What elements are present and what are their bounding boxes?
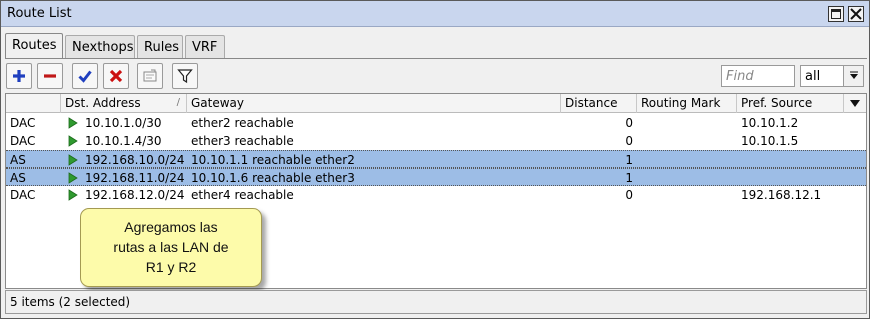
toolbar: all <box>1 59 869 93</box>
disable-button[interactable] <box>103 63 129 89</box>
comment-icon <box>143 69 157 82</box>
row-gateway: 10.10.1.6 reachable ether3 <box>191 171 355 185</box>
status-bar: 5 items (2 selected) <box>5 290 867 314</box>
row-gateway: ether4 reachable <box>191 188 294 202</box>
tab-rules[interactable]: Rules <box>137 35 183 58</box>
close-button[interactable] <box>848 6 864 22</box>
row-flags: AS <box>10 171 26 185</box>
row-pref-source: 10.10.1.5 <box>741 134 799 148</box>
add-button[interactable] <box>6 63 32 89</box>
filter-select-value: all <box>805 69 821 84</box>
row-dst-address: 10.10.1.4/30 <box>85 134 162 148</box>
callout-line: Agregamos las <box>124 219 218 235</box>
tab-vrf[interactable]: VRF <box>185 35 225 58</box>
row-distance: 0 <box>625 134 633 148</box>
row-dst-address: 192.168.12.0/24 <box>85 188 185 202</box>
tab-routes[interactable]: Routes <box>5 33 63 59</box>
filter-select[interactable]: all <box>800 65 864 87</box>
select-dropdown-button[interactable] <box>843 66 863 86</box>
row-flags: AS <box>10 153 26 167</box>
route-active-icon <box>68 154 78 166</box>
table-row[interactable]: AS 192.168.10.0/24 10.10.1.1 reachable e… <box>6 150 866 168</box>
remove-button[interactable] <box>37 63 63 89</box>
maximize-button[interactable] <box>828 6 844 22</box>
chevron-down-icon <box>850 100 860 107</box>
column-header-dst-address[interactable]: Dst. Address / <box>61 94 187 113</box>
annotation-callout: Agregamos las rutas a las LAN de R1 y R2 <box>80 208 262 287</box>
close-icon <box>850 8 862 20</box>
row-distance: 1 <box>625 153 633 167</box>
row-distance: 0 <box>625 116 633 130</box>
table-row[interactable]: DAC 10.10.1.4/30 ether3 reachable 0 10.1… <box>6 132 866 150</box>
table-header: Dst. Address / Gateway Distance Routing … <box>6 94 866 113</box>
row-gateway: ether3 reachable <box>191 134 294 148</box>
title-bar[interactable]: Route List <box>1 1 869 27</box>
route-active-icon <box>68 172 78 184</box>
callout-line: R1 y R2 <box>145 259 197 275</box>
row-pref-source: 192.168.12.1 <box>741 188 822 202</box>
remove-icon <box>44 74 56 78</box>
table-row[interactable]: AS 192.168.11.0/24 10.10.1.6 reachable e… <box>6 168 866 186</box>
row-routing-mark <box>637 187 737 203</box>
sort-icon: / <box>176 97 180 108</box>
find-input[interactable] <box>721 65 795 87</box>
row-dst-address: 192.168.11.0/24 <box>85 171 185 185</box>
row-routing-mark <box>637 170 737 186</box>
chevron-down-icon <box>850 71 858 79</box>
callout-line: rutas a las LAN de <box>113 239 229 255</box>
row-routing-mark <box>637 115 737 131</box>
route-list-window: Route List Routes Nexthops Rules VRF Fin… <box>0 0 870 319</box>
row-flags: DAC <box>10 134 36 148</box>
row-pref-source: 10.10.1.2 <box>741 116 799 130</box>
tab-nexthops[interactable]: Nexthops <box>65 35 135 58</box>
filter-icon <box>177 69 193 84</box>
column-header-routing-mark[interactable]: Routing Mark <box>637 94 737 113</box>
column-header-pref-source[interactable]: Pref. Source <box>737 94 844 113</box>
column-header-gateway[interactable]: Gateway <box>187 94 561 113</box>
filter-button[interactable] <box>172 63 198 89</box>
column-header-dst-address-label: Dst. Address <box>65 96 141 110</box>
table-row[interactable]: DAC 192.168.12.0/24 ether4 reachable 0 1… <box>6 186 866 204</box>
row-dst-address: 192.168.10.0/24 <box>85 153 185 167</box>
row-distance: 0 <box>625 188 633 202</box>
comment-button[interactable] <box>137 63 163 89</box>
row-routing-mark <box>637 133 737 149</box>
row-routing-mark <box>637 152 737 168</box>
row-gateway: ether2 reachable <box>191 116 294 130</box>
row-gateway: 10.10.1.1 reachable ether2 <box>191 153 355 167</box>
status-text: 5 items (2 selected) <box>10 295 131 309</box>
column-menu-button[interactable] <box>844 94 866 113</box>
row-pref-source <box>737 152 844 168</box>
add-icon <box>13 70 25 82</box>
route-active-icon <box>68 117 78 129</box>
row-pref-source <box>737 170 844 186</box>
table-row[interactable]: DAC 10.10.1.0/30 ether2 reachable 0 10.1… <box>6 114 866 132</box>
route-active-icon <box>68 135 78 147</box>
row-flags: DAC <box>10 188 36 202</box>
enable-button[interactable] <box>72 63 98 89</box>
row-dst-address: 10.10.1.0/30 <box>85 116 162 130</box>
column-header-flags[interactable] <box>6 94 61 113</box>
enable-icon <box>78 70 92 83</box>
row-distance: 1 <box>625 171 633 185</box>
row-flags: DAC <box>10 116 36 130</box>
column-header-distance[interactable]: Distance <box>561 94 637 113</box>
route-active-icon <box>68 189 78 201</box>
disable-icon <box>109 69 123 83</box>
window-title: Route List <box>7 6 72 21</box>
